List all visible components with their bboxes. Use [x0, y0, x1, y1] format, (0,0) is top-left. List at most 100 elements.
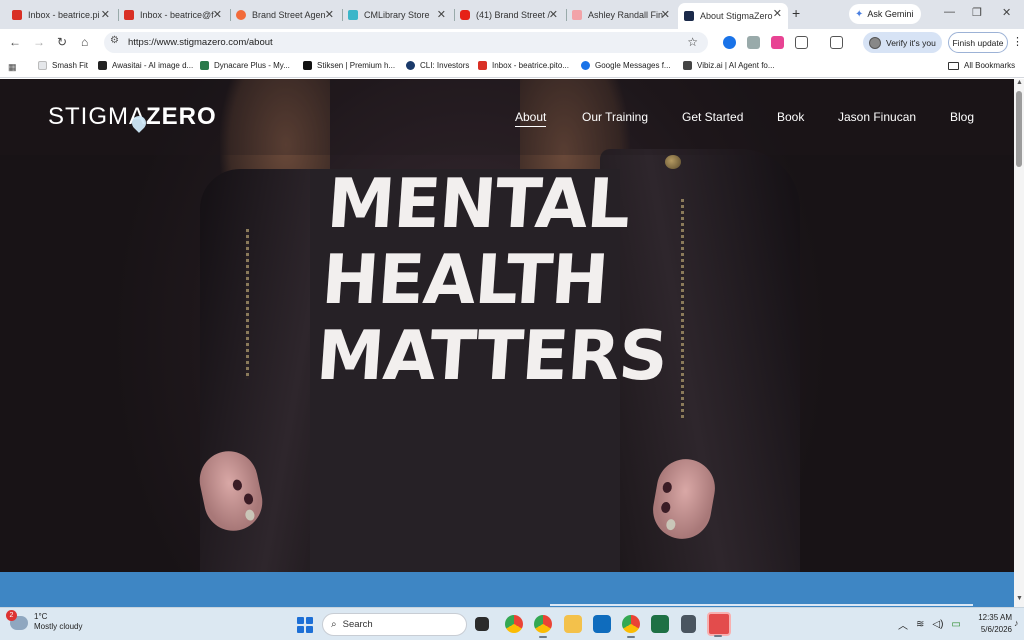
battery-icon[interactable]: ▭ — [951, 619, 960, 630]
menu-kebab-icon[interactable]: ⋮ — [1012, 35, 1023, 48]
tab-about-stigmazero[interactable]: About StigmaZero ✕ — [678, 3, 788, 29]
close-icon[interactable]: ✕ — [661, 8, 670, 21]
verify-profile-button[interactable]: Verify it's you — [863, 32, 942, 53]
close-icon[interactable]: ✕ — [549, 8, 558, 21]
extension-icon[interactable] — [723, 36, 736, 49]
windows-start-icon[interactable] — [297, 617, 313, 633]
close-window-icon[interactable]: ✕ — [1002, 6, 1011, 19]
nav-our-training[interactable]: Our Training — [582, 110, 648, 124]
bookmark-star-icon[interactable]: ☆ — [687, 35, 698, 49]
photos-icon[interactable] — [707, 612, 731, 637]
bookmark-icon — [683, 61, 692, 70]
scroll-up-icon[interactable]: ▲ — [1016, 79, 1023, 86]
bookmark-label: Awasitai - AI image d... — [112, 61, 194, 70]
home-icon[interactable]: ⌂ — [81, 35, 88, 49]
bookmark-item[interactable]: Stiksen | Premium h... — [303, 61, 395, 70]
ask-gemini-button[interactable]: ✦ Ask Gemini — [849, 4, 921, 24]
youtube-icon — [460, 10, 470, 20]
bookmark-item[interactable]: CLI: Investors — [406, 61, 469, 70]
excel-icon[interactable] — [651, 615, 669, 633]
slogan-line: MENTAL — [324, 165, 633, 244]
tab-youtube[interactable]: (41) Brand Street / ✕ — [454, 4, 564, 26]
reload-icon[interactable]: ↻ — [57, 35, 67, 49]
bookmark-icon — [38, 61, 47, 70]
scroll-down-icon[interactable]: ▼ — [1016, 595, 1023, 602]
file-explorer-icon[interactable] — [564, 615, 582, 633]
close-icon[interactable]: ✕ — [325, 8, 334, 21]
divider — [550, 604, 973, 606]
all-bookmarks-button[interactable]: All Bookmarks — [948, 61, 1015, 70]
zipper — [246, 229, 249, 379]
nav-jason-finucan[interactable]: Jason Finucan — [838, 110, 916, 124]
url-text[interactable]: https://www.stigmazero.com/about — [128, 37, 273, 48]
cloud-icon: 2 — [6, 610, 28, 630]
bookmark-label: Google Messages f... — [595, 61, 671, 70]
site-info-icon[interactable]: ⚙ — [110, 35, 119, 46]
volume-icon[interactable]: ◁) — [932, 619, 943, 630]
close-icon[interactable]: ✕ — [213, 8, 222, 21]
clock[interactable]: 12:35 AM 5/6/2026 — [974, 612, 1012, 636]
page-scrollbar[interactable]: ▲ ▼ — [1014, 79, 1024, 607]
nav-blog[interactable]: Blog — [950, 110, 974, 124]
chrome-profile-icon[interactable] — [622, 615, 640, 638]
close-icon[interactable]: ✕ — [773, 7, 782, 20]
nav-about[interactable]: About — [515, 110, 547, 127]
wifi-icon[interactable]: ≋ — [916, 619, 924, 630]
tab-gmail-1[interactable]: Inbox - beatrice.pi ✕ — [6, 4, 116, 26]
nav-get-started[interactable]: Get Started — [682, 110, 743, 124]
tab-brand-street[interactable]: Brand Street Agen ✕ — [230, 4, 340, 26]
verify-label: Verify it's you — [886, 37, 936, 48]
bookmarks-bar: ▦ Smash Fit Awasitai - AI image d... Dyn… — [0, 56, 1024, 78]
outlook-icon[interactable] — [593, 615, 611, 633]
brand-icon — [236, 10, 246, 20]
finish-update-button[interactable]: Finish update — [948, 32, 1008, 53]
weather-widget[interactable]: 2 1°C Mostly cloudy — [6, 610, 82, 632]
zipper — [681, 199, 684, 419]
tab-gmail-2[interactable]: Inbox - beatrice@f ✕ — [118, 4, 228, 26]
bookmark-item[interactable]: Dynacare Plus - My... — [200, 61, 290, 70]
stigmazero-logo[interactable]: STIGMAZERO — [48, 103, 217, 133]
tab-ashley-randall[interactable]: Ashley Randall Fin ✕ — [566, 4, 676, 26]
close-icon[interactable]: ✕ — [437, 8, 446, 21]
address-bar[interactable]: ⚙ https://www.stigmazero.com/about ☆ — [104, 32, 708, 53]
stigmazero-icon — [684, 11, 694, 21]
bookmark-icon — [406, 61, 415, 70]
taskbar-search[interactable]: ⌕ Search — [322, 613, 467, 636]
system-tray: ︿ ≋ ◁) ▭ — [898, 617, 961, 632]
nav-book[interactable]: Book — [777, 110, 804, 124]
calculator-icon[interactable] — [681, 615, 696, 633]
bookmark-item[interactable]: Vibiz.ai | AI Agent fo... — [683, 61, 775, 70]
bookmark-icon — [200, 61, 209, 70]
gmail-icon — [124, 10, 134, 20]
blue-section — [0, 572, 1014, 607]
task-view-icon[interactable] — [475, 617, 489, 631]
chrome-profile-icon[interactable] — [534, 615, 552, 638]
jacket-button — [665, 155, 681, 169]
new-tab-button[interactable]: + — [792, 5, 800, 21]
bookmark-label: Inbox - beatrice.pito... — [492, 61, 569, 70]
scrollbar-thumb[interactable] — [1016, 91, 1022, 167]
bookmark-item[interactable]: Inbox - beatrice.pito... — [478, 61, 569, 70]
bookmark-item[interactable]: Awasitai - AI image d... — [98, 61, 193, 70]
tab-cmlibrary[interactable]: CMLibrary Store ✕ — [342, 4, 452, 26]
chevron-up-icon[interactable]: ︿ — [898, 617, 908, 632]
restore-icon[interactable]: ❐ — [972, 6, 982, 19]
bookmark-item[interactable]: Smash Fit — [38, 61, 88, 70]
gmail-icon — [478, 61, 487, 70]
forward-arrow-icon[interactable]: → — [33, 35, 45, 49]
chrome-icon[interactable] — [505, 615, 523, 633]
extension-icon[interactable] — [771, 36, 784, 49]
tab-search-icon[interactable] — [830, 36, 843, 49]
finish-update-label: Finish update — [952, 37, 1004, 48]
minimize-icon[interactable]: — — [944, 6, 955, 18]
extensions-puzzle-icon[interactable] — [795, 36, 808, 49]
bookmark-item[interactable]: Google Messages f... — [581, 61, 671, 70]
close-icon[interactable]: ✕ — [101, 8, 110, 21]
extension-icon[interactable] — [747, 36, 760, 49]
logo-text-a: STIGMA — [48, 103, 147, 130]
back-arrow-icon[interactable]: ← — [9, 35, 21, 49]
notification-bell-icon[interactable]: ♪ — [1014, 618, 1019, 628]
tab-title: (41) Brand Street / — [476, 10, 551, 20]
apps-grid-icon[interactable]: ▦ — [8, 62, 17, 73]
slogan-line: HEALTH — [319, 241, 611, 320]
